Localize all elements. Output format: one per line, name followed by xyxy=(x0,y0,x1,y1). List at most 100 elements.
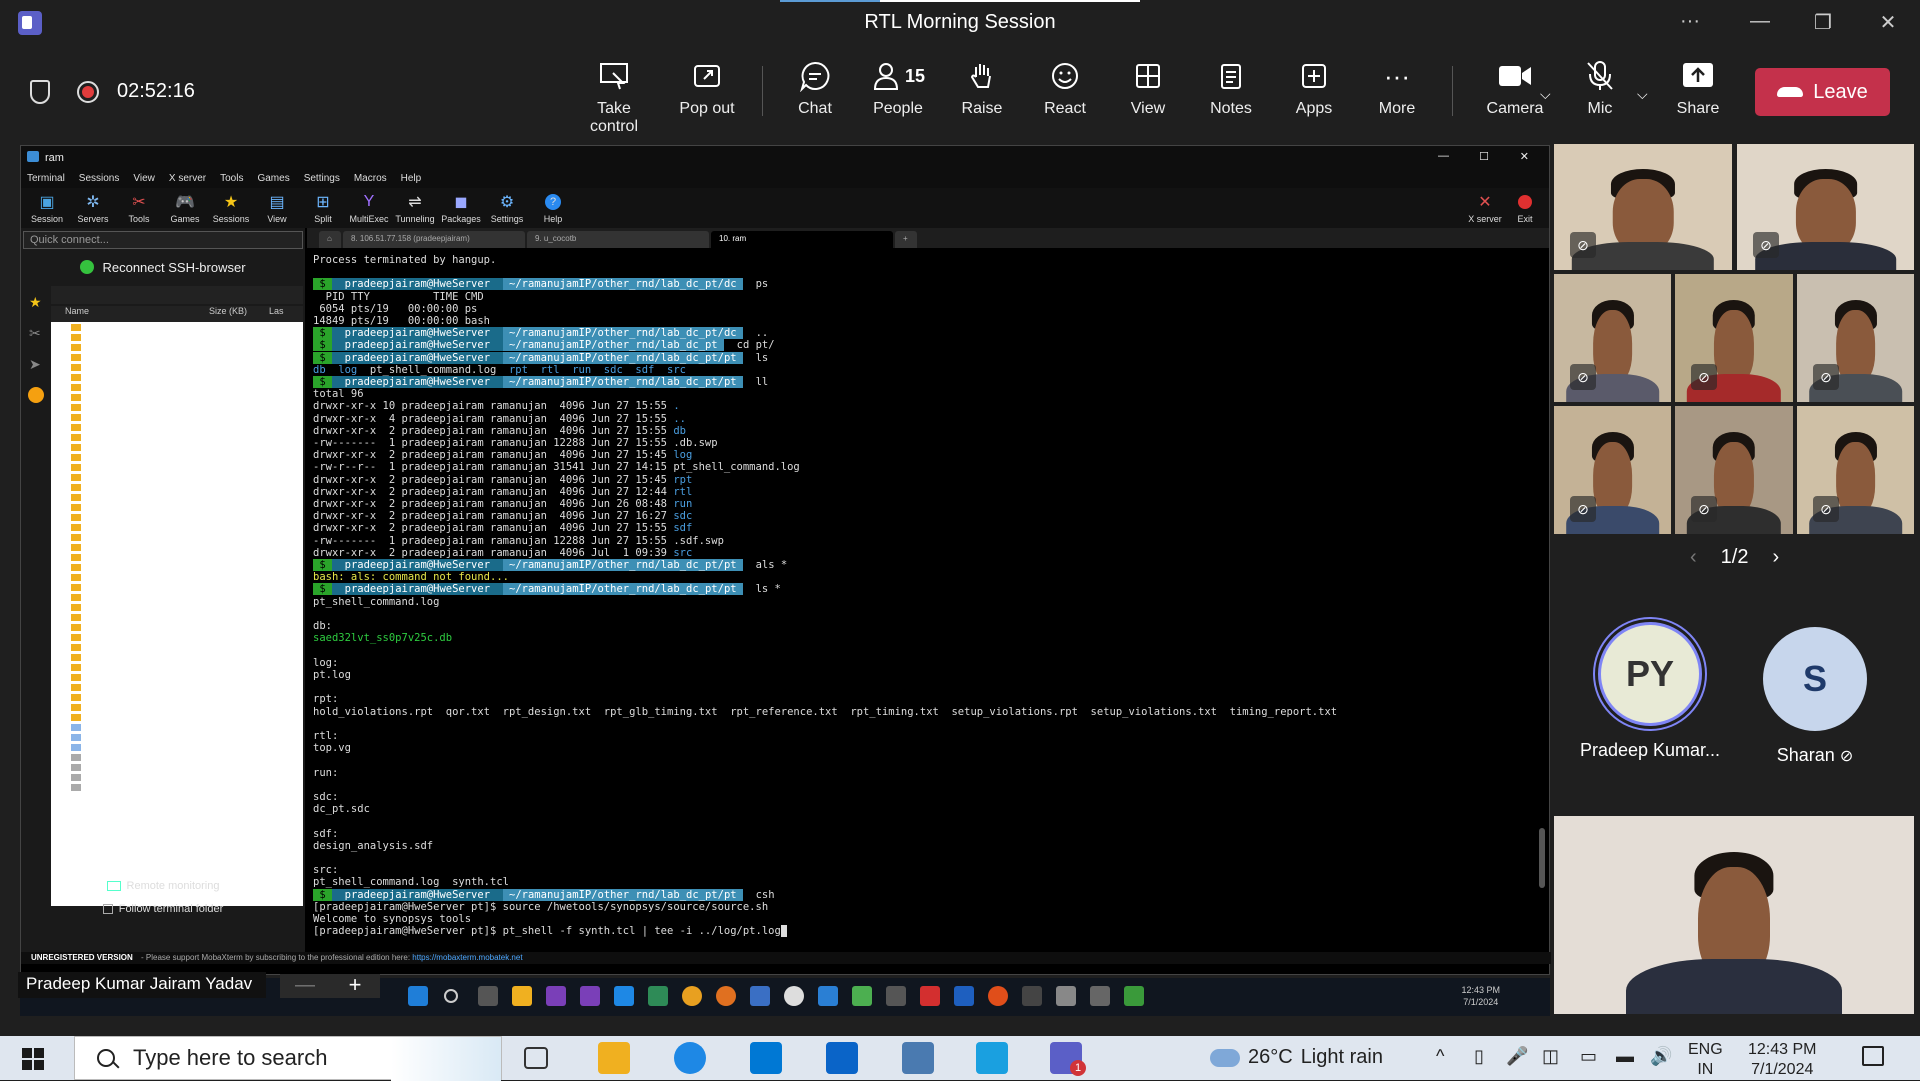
windows-start-button[interactable] xyxy=(22,1048,44,1070)
mx-close-button[interactable]: ✕ xyxy=(1520,150,1529,163)
raise-hand-button[interactable]: Raise xyxy=(941,56,1023,118)
list-item[interactable] xyxy=(51,682,303,692)
shield-icon[interactable] xyxy=(30,80,50,104)
menu-x-server[interactable]: X server xyxy=(169,173,206,185)
list-item[interactable] xyxy=(51,592,303,602)
participant-video-tile[interactable]: ⊘ xyxy=(1797,406,1914,534)
list-item[interactable] xyxy=(51,702,303,712)
list-item[interactable] xyxy=(51,742,303,752)
list-item[interactable] xyxy=(51,382,303,392)
sidebar-tools-icon[interactable]: ✂ xyxy=(29,325,47,342)
list-item[interactable] xyxy=(51,512,303,522)
sidebar-star-icon[interactable]: ★ xyxy=(29,294,47,311)
tool-settings[interactable]: ⚙ Settings xyxy=(487,190,527,226)
list-item[interactable] xyxy=(51,612,303,622)
tool-sessions[interactable]: ★ Sessions xyxy=(211,190,251,226)
tool-session[interactable]: ▣ Session xyxy=(27,190,67,226)
microphone-icon[interactable]: 🎤 xyxy=(1506,1046,1528,1067)
close-button[interactable]: ✕ xyxy=(1868,10,1908,35)
list-item[interactable] xyxy=(51,482,303,492)
column-last[interactable]: Las xyxy=(269,306,299,322)
tool-servers[interactable]: ✲ Servers xyxy=(73,190,113,226)
tool-packages[interactable]: ◼ Packages xyxy=(441,190,481,226)
minimize-button[interactable]: — xyxy=(1740,10,1780,33)
participant-video-tile[interactable]: ⊘ xyxy=(1554,144,1732,270)
apps-button[interactable]: Apps xyxy=(1273,56,1355,118)
menu-help[interactable]: Help xyxy=(401,173,422,185)
show-hidden-icons-chevron-icon[interactable]: ^ xyxy=(1436,1046,1444,1067)
participant-video-tile[interactable]: ⊘ xyxy=(1554,274,1671,402)
quick-connect-input[interactable]: Quick connect... xyxy=(23,231,303,249)
list-item[interactable] xyxy=(51,372,303,382)
file-explorer-icon[interactable] xyxy=(598,1042,630,1074)
sidebar-macro-icon[interactable] xyxy=(28,387,44,403)
menu-games[interactable]: Games xyxy=(257,173,289,185)
list-item[interactable] xyxy=(51,502,303,512)
menu-tools[interactable]: Tools xyxy=(220,173,243,185)
list-item[interactable] xyxy=(51,712,303,722)
camera-options-chevron-icon[interactable]: ⌵ xyxy=(1540,86,1551,103)
teams-taskbar-icon[interactable]: 1 xyxy=(1050,1042,1086,1076)
tool-help[interactable]: ? Help xyxy=(533,190,573,226)
menu-macros[interactable]: Macros xyxy=(354,173,387,185)
list-item[interactable] xyxy=(51,342,303,352)
zoom-out-button[interactable]: — xyxy=(280,974,330,998)
sidebar-send-icon[interactable]: ➤ xyxy=(29,356,47,373)
list-item[interactable] xyxy=(51,462,303,472)
tool-multiexec[interactable]: Y MultiExec xyxy=(349,190,389,226)
terminal-scrollbar[interactable] xyxy=(1539,828,1545,888)
list-item[interactable] xyxy=(51,392,303,402)
tool-view[interactable]: ▤ View xyxy=(257,190,297,226)
tool-tunneling[interactable]: ⇌ Tunneling xyxy=(395,190,435,226)
participant-video-tile[interactable]: ⊘ xyxy=(1675,406,1793,534)
list-item[interactable] xyxy=(51,322,303,332)
view-button[interactable]: View xyxy=(1107,56,1189,118)
menu-settings[interactable]: Settings xyxy=(304,173,340,185)
maximize-button[interactable]: ❐ xyxy=(1803,10,1843,35)
weather-widget[interactable]: 26°C Light rain xyxy=(1210,1046,1383,1069)
tool-tools[interactable]: ✂ Tools xyxy=(119,190,159,226)
list-item[interactable] xyxy=(51,422,303,432)
next-page-icon[interactable]: › xyxy=(1772,546,1779,569)
list-item[interactable] xyxy=(51,622,303,632)
list-item[interactable] xyxy=(51,492,303,502)
list-item[interactable] xyxy=(51,782,303,792)
list-item[interactable] xyxy=(51,442,303,452)
list-item[interactable] xyxy=(51,402,303,412)
list-item[interactable] xyxy=(51,332,303,342)
remote-monitoring-button[interactable]: Remote monitoring xyxy=(21,874,305,898)
tab-session-9[interactable]: 9. u_cocotb xyxy=(527,231,709,248)
tab-session-8[interactable]: 8. 106.51.77.158 (pradeepjairam) xyxy=(343,231,525,248)
share-button[interactable]: Share xyxy=(1657,56,1739,118)
list-item[interactable] xyxy=(51,572,303,582)
chat-button[interactable]: Chat xyxy=(774,56,856,118)
list-item[interactable] xyxy=(51,722,303,732)
participant-avatar-tile[interactable]: PY Pradeep Kumar... xyxy=(1570,622,1730,761)
more-button[interactable]: ··· More xyxy=(1356,56,1438,118)
reconnect-ssh-browser-button[interactable]: Reconnect SSH-browser xyxy=(21,252,305,282)
menu-sessions[interactable]: Sessions xyxy=(79,173,120,185)
menu-terminal[interactable]: Terminal xyxy=(27,173,65,185)
store-icon[interactable] xyxy=(750,1042,782,1074)
edge-icon[interactable] xyxy=(674,1042,706,1074)
list-item[interactable] xyxy=(51,562,303,572)
taskbar-search-box[interactable]: Type here to search xyxy=(74,1036,502,1081)
terminal-output[interactable]: Process terminated by hangup. $ pradeepj… xyxy=(307,248,1549,943)
tool-games[interactable]: 🎮 Games xyxy=(165,190,205,226)
list-item[interactable] xyxy=(51,522,303,532)
new-tab-button[interactable]: + xyxy=(895,231,917,248)
notes-button[interactable]: Notes xyxy=(1190,56,1272,118)
participant-video-tile[interactable]: ⊘ xyxy=(1675,274,1793,402)
list-item[interactable] xyxy=(51,352,303,362)
network-icon[interactable]: ▭ xyxy=(1580,1046,1597,1067)
list-item[interactable] xyxy=(51,432,303,442)
list-item[interactable] xyxy=(51,532,303,542)
list-item[interactable] xyxy=(51,662,303,672)
list-item[interactable] xyxy=(51,672,303,682)
mobatek-link[interactable]: https://mobaxterm.mobatek.net xyxy=(412,953,522,962)
notification-center-icon[interactable] xyxy=(1862,1046,1884,1066)
list-item[interactable] xyxy=(51,362,303,372)
language-indicator[interactable]: ENG IN xyxy=(1688,1040,1723,1080)
list-item[interactable] xyxy=(51,732,303,742)
list-item[interactable] xyxy=(51,752,303,762)
